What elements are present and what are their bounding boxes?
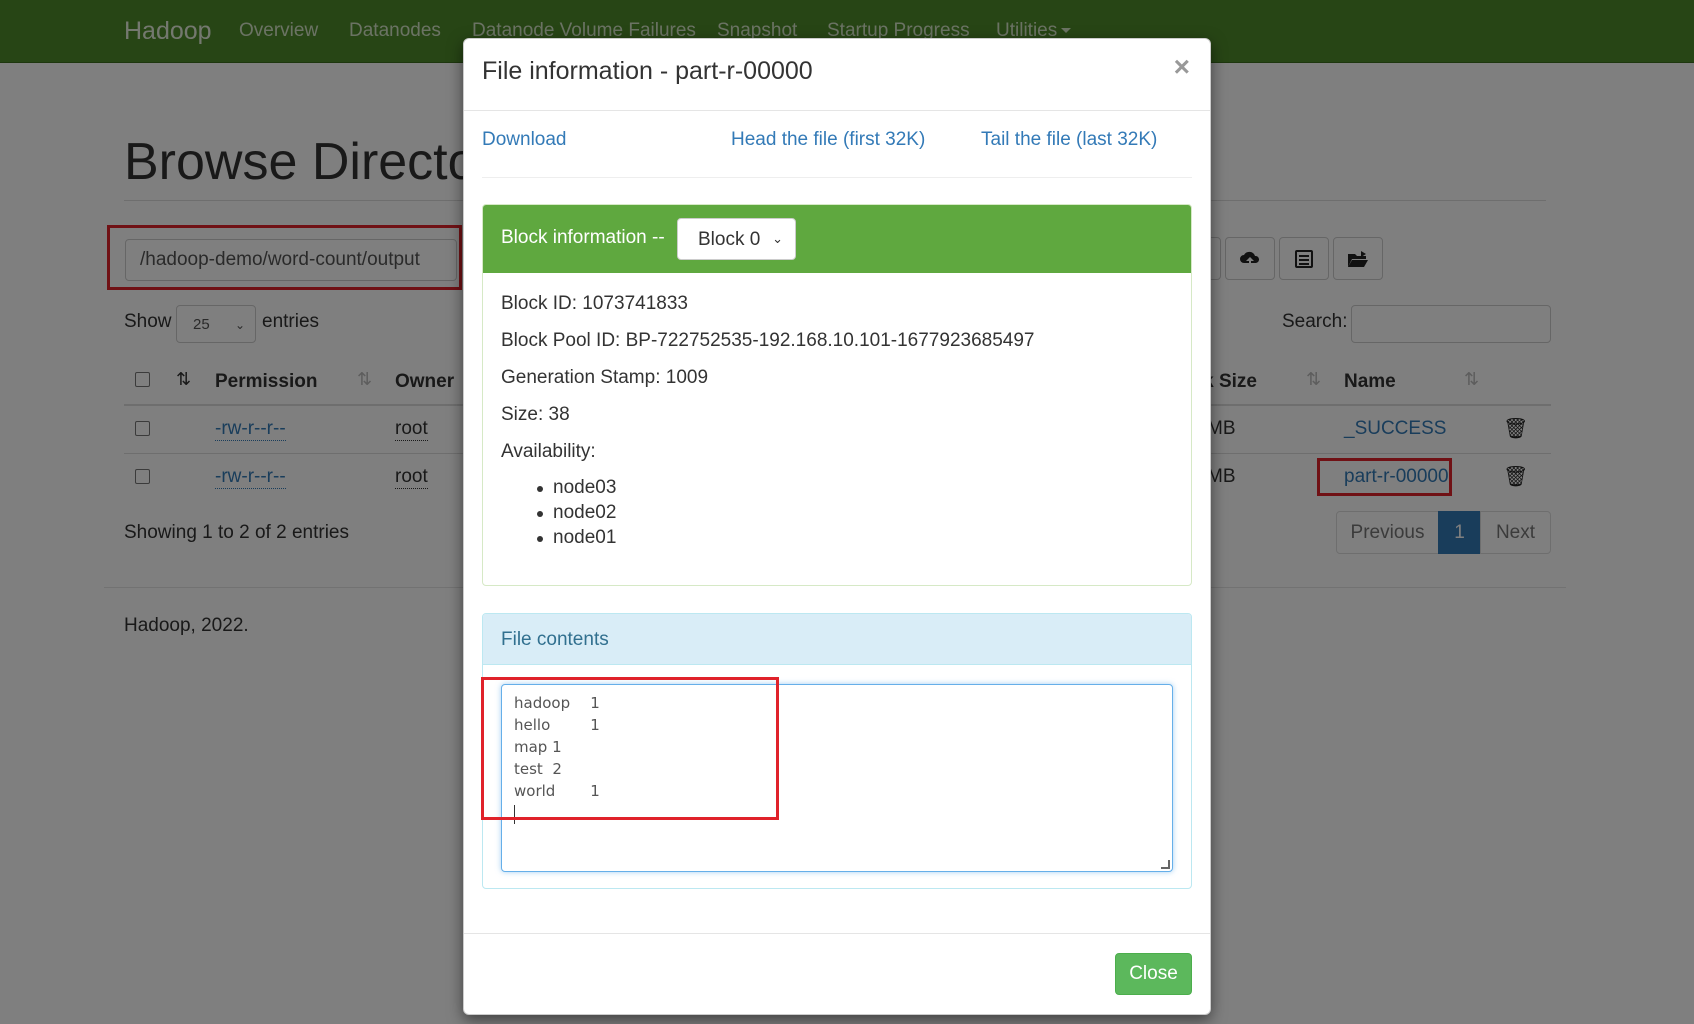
modal-header-divider [464, 110, 1210, 111]
download-link[interactable]: Download [482, 129, 567, 151]
block-information-panel: Block information -- Block 0 ⌄ Block ID: … [482, 204, 1192, 586]
block-id: Block ID: 1073741833 [501, 293, 688, 314]
highlight-contents-box [481, 677, 779, 820]
block-information-label: Block information -- [501, 227, 665, 248]
modal-title: File information - part-r-00000 [482, 57, 813, 85]
availability-node: node03 [536, 477, 617, 498]
file-contents-label: File contents [501, 629, 609, 650]
block-panel-heading: Block information -- Block 0 ⌄ [483, 205, 1191, 273]
block-size: Size: 38 [501, 404, 570, 425]
resize-grip-icon[interactable] [1161, 860, 1170, 869]
file-contents-heading: File contents [483, 614, 1191, 665]
block-select[interactable]: Block 0 ⌄ [677, 218, 796, 260]
block-pool-id: Block Pool ID: BP-722752535-192.168.10.1… [501, 330, 1035, 351]
file-information-modal: File information - part-r-00000 × Downlo… [463, 38, 1211, 1015]
chevron-down-icon: ⌄ [772, 231, 783, 246]
availability-node: node02 [536, 502, 617, 523]
head-file-link[interactable]: Head the file (first 32K) [731, 129, 925, 151]
close-icon[interactable]: × [1174, 53, 1190, 81]
modal-footer-divider [464, 933, 1210, 934]
tail-file-link[interactable]: Tail the file (last 32K) [981, 129, 1157, 151]
links-divider [482, 177, 1192, 178]
close-button[interactable]: Close [1115, 953, 1192, 995]
availability-node: node01 [536, 527, 617, 548]
block-select-value: Block 0 [698, 229, 761, 250]
availability-label: Availability: [501, 441, 596, 462]
generation-stamp: Generation Stamp: 1009 [501, 367, 709, 388]
